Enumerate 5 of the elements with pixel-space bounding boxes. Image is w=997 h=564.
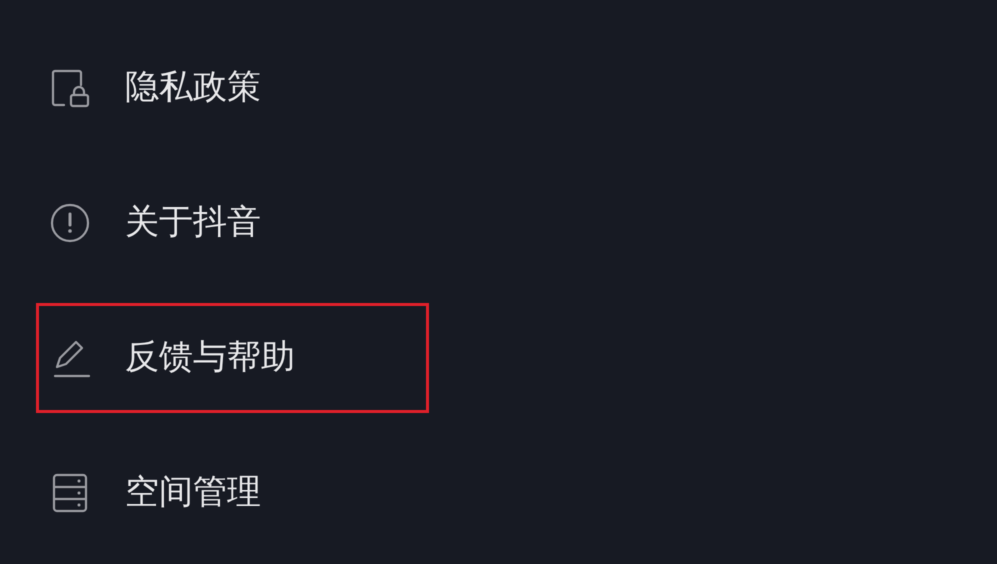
menu-item[interactable]: 反馈与帮助	[36, 302, 429, 412]
menu-item[interactable]: 关于抖音	[36, 168, 429, 278]
menu-item[interactable]: 空间管理	[36, 438, 429, 548]
menu-item[interactable]: 隐私政策	[36, 32, 429, 142]
exclamation-circle-icon	[49, 202, 91, 244]
